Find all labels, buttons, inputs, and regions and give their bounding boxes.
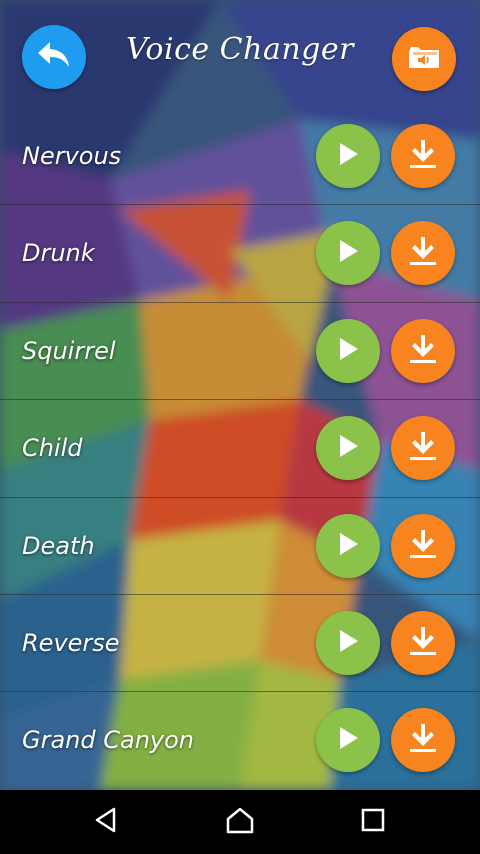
- effect-label: Squirrel: [22, 336, 116, 365]
- download-icon: [408, 625, 438, 661]
- play-button[interactable]: [316, 318, 380, 383]
- system-navbar: [0, 790, 480, 854]
- list-item: Drunk: [0, 205, 480, 303]
- list-item: Death: [0, 498, 480, 595]
- play-icon: [336, 628, 360, 658]
- play-icon: [336, 531, 360, 561]
- play-icon: [336, 433, 360, 463]
- download-icon: [408, 528, 438, 564]
- play-icon: [336, 336, 360, 366]
- nav-back-button[interactable]: [84, 800, 128, 844]
- page-title: Voice Changer: [126, 32, 354, 67]
- download-button[interactable]: [391, 124, 455, 188]
- list-item: Grand Canyon: [0, 692, 480, 789]
- play-button[interactable]: [316, 221, 380, 286]
- download-icon: [408, 333, 438, 369]
- play-button[interactable]: [316, 416, 380, 481]
- download-button[interactable]: [391, 610, 455, 675]
- nav-back-icon: [92, 806, 120, 838]
- nav-recents-icon: [360, 807, 386, 837]
- effects-list: Nervous Drunk Squirrel Child Death Rever…: [0, 108, 480, 790]
- nav-home-icon: [225, 806, 255, 838]
- effect-label: Drunk: [22, 239, 95, 268]
- back-arrow-icon: [36, 40, 72, 74]
- effect-label: Death: [22, 531, 95, 560]
- list-item: Squirrel: [0, 303, 480, 401]
- download-button[interactable]: [391, 416, 455, 481]
- download-button[interactable]: [391, 708, 455, 773]
- play-icon: [336, 141, 360, 171]
- play-button[interactable]: [316, 124, 380, 188]
- list-item: Nervous: [0, 108, 480, 206]
- effect-label: Nervous: [22, 142, 122, 170]
- download-icon: [408, 235, 438, 271]
- play-icon: [336, 725, 360, 755]
- download-icon: [408, 722, 438, 758]
- play-button[interactable]: [316, 513, 380, 578]
- effect-label: Reverse: [22, 628, 120, 657]
- download-icon: [408, 430, 438, 466]
- download-button[interactable]: [391, 221, 455, 286]
- list-item: Reverse: [0, 595, 480, 693]
- back-button[interactable]: [22, 25, 86, 89]
- folder-audio-icon: [407, 44, 441, 74]
- effect-label: Child: [22, 434, 83, 463]
- play-button[interactable]: [316, 708, 380, 773]
- download-button[interactable]: [391, 318, 455, 383]
- play-icon: [336, 238, 360, 268]
- effect-label: Grand Canyon: [22, 726, 195, 755]
- app-header: Voice Changer: [0, 0, 480, 110]
- folder-button[interactable]: [392, 27, 456, 91]
- download-icon: [408, 138, 438, 174]
- download-button[interactable]: [391, 513, 455, 578]
- nav-recents-button[interactable]: [351, 800, 395, 844]
- nav-home-button[interactable]: [218, 800, 262, 844]
- list-item: Child: [0, 400, 480, 498]
- play-button[interactable]: [316, 610, 380, 675]
